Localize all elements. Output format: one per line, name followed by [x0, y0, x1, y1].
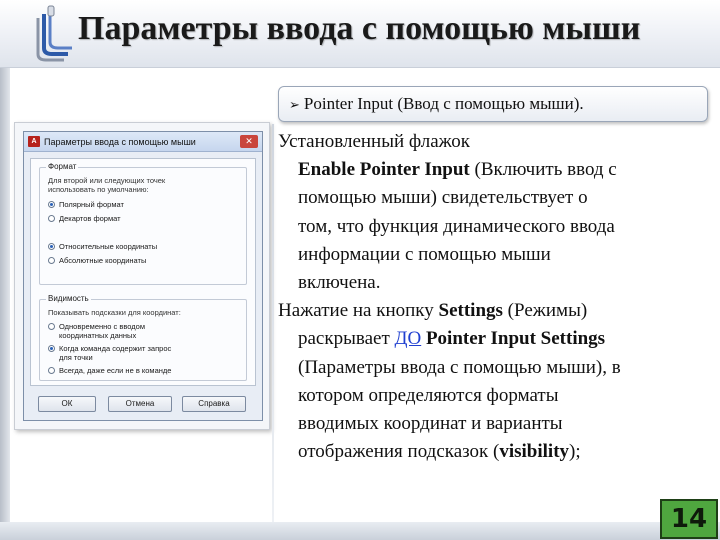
dialog-titlebar: A Параметры ввода с помощью мыши ✕ — [24, 132, 262, 152]
dialog-screenshot: A Параметры ввода с помощью мыши ✕ Форма… — [14, 122, 270, 430]
format-desc-line2: использовать по умолчанию: — [48, 185, 149, 194]
radio-button-icon[interactable] — [48, 323, 55, 330]
format-group-label: Формат — [46, 162, 79, 171]
visibility-group-label: Видимость — [46, 294, 91, 303]
radio-button-icon[interactable] — [48, 201, 55, 208]
body-line: вводимых координат и варианты — [298, 413, 563, 435]
autocad-app-icon: A — [28, 136, 40, 147]
slide-body-text: Установленный флажок Enable Pointer Inpu… — [278, 128, 710, 466]
body-line: Нажатие на кнопку Settings (Режимы) — [278, 300, 588, 322]
body-line: включена. — [298, 272, 381, 294]
body-line: помощью мыши) свидетельствует о — [298, 187, 588, 209]
body-line: раскрывает ДО Pointer Input Settings — [298, 328, 606, 350]
radio-relative-coords[interactable]: Относительные координаты — [48, 242, 157, 251]
radio-button-icon[interactable] — [48, 367, 55, 374]
radio-show-with-input[interactable]: Одновременно с вводом координатных данных — [48, 322, 145, 340]
radio-polar-format[interactable]: Полярный формат — [48, 200, 124, 209]
subtitle-box: ➢ Pointer Input (Ввод с помощью мыши). — [278, 86, 708, 122]
ok-button[interactable]: ОК — [38, 396, 96, 412]
visibility-desc: Показывать подсказки для координат: — [48, 308, 181, 317]
slide-title: Параметры ввода с помощью мыши — [78, 10, 641, 47]
body-line: (Параметры ввода с помощью мыши), в — [298, 356, 621, 378]
do-link[interactable]: ДО — [395, 328, 422, 349]
cancel-button[interactable]: Отмена — [108, 396, 172, 412]
close-icon[interactable]: ✕ — [240, 135, 258, 148]
radio-show-always[interactable]: Всегда, даже если не в команде — [48, 366, 171, 375]
format-desc-line1: Для второй или следующих точек — [48, 176, 166, 185]
left-decor-strip — [0, 68, 10, 540]
help-button[interactable]: Справка — [182, 396, 246, 412]
body-line: Enable Pointer Input (Включить ввод с — [298, 159, 617, 181]
radio-button-icon[interactable] — [48, 243, 55, 250]
radio-button-icon[interactable] — [48, 215, 55, 222]
body-line: информации с помощью мыши — [298, 243, 551, 265]
arrow-bullet-icon: ➢ — [289, 97, 300, 112]
format-group: Формат Для второй или следующих точек ис… — [39, 162, 247, 285]
bottom-decor-strip — [0, 522, 720, 540]
slide-header: Параметры ввода с помощью мыши — [0, 0, 720, 68]
radio-cartesian-format[interactable]: Декартов формат — [48, 214, 121, 223]
radio-button-icon[interactable] — [48, 345, 55, 352]
paragraph-2: Нажатие на кнопку Settings (Режимы) раск… — [278, 297, 710, 466]
radio-absolute-coords[interactable]: Абсолютные координаты — [48, 256, 146, 265]
body-line: Установленный флажок — [278, 131, 471, 152]
radio-button-icon[interactable] — [48, 257, 55, 264]
body-line: котором определяются форматы — [298, 384, 559, 406]
dialog-body: Формат Для второй или следующих точек ис… — [30, 158, 256, 386]
radio-show-on-point-prompt[interactable]: Когда команда содержит запрос для точки — [48, 344, 171, 362]
body-line: отображения подсказок (visibility); — [298, 441, 581, 463]
dialog-title: Параметры ввода с помощью мыши — [44, 137, 196, 147]
paragraph-1: Установленный флажок Enable Pointer Inpu… — [278, 128, 710, 297]
binder-clip-logo-icon — [36, 5, 72, 62]
subtitle-text: Pointer Input (Ввод с помощью мыши). — [303, 94, 584, 113]
page-number-badge: 14 — [660, 499, 718, 539]
column-divider — [272, 124, 274, 522]
pointer-input-dialog: A Параметры ввода с помощью мыши ✕ Форма… — [23, 131, 263, 421]
visibility-group: Видимость Показывать подсказки для коорд… — [39, 294, 247, 381]
body-line: том, что функция динамического ввода — [298, 215, 615, 237]
